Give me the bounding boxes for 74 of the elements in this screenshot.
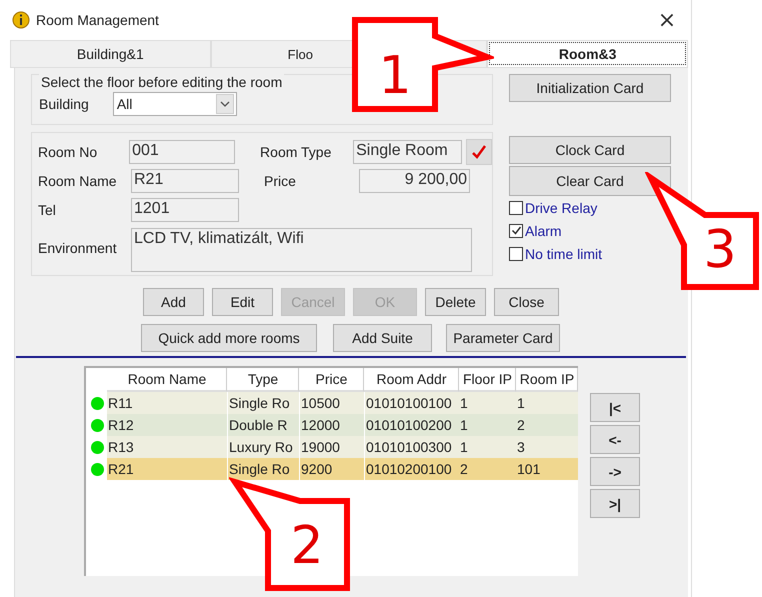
callout-tooltip: 2 <box>229 476 353 594</box>
action-button[interactable]: Parameter Card <box>446 324 560 352</box>
table-cell: 19000 <box>299 436 364 458</box>
nav-button[interactable]: -> <box>590 457 640 486</box>
card-button[interactable]: Clear Card <box>509 166 671 196</box>
table-cell: 2 <box>459 458 516 480</box>
table-cell: 101 <box>516 458 578 480</box>
card-button[interactable]: Initialization Card <box>509 74 671 102</box>
action-button[interactable]: Add Suite <box>333 324 432 352</box>
building-dropdown[interactable]: All <box>112 92 237 116</box>
card-button[interactable]: Clock Card <box>509 136 671 164</box>
input-field[interactable]: 1201 <box>131 198 239 222</box>
table-cell: 01010200100 <box>364 458 459 480</box>
table-cell: Double R <box>227 414 299 436</box>
field-label: Room Type <box>260 144 332 160</box>
field-label: Tel <box>38 202 57 218</box>
table-cell: 12000 <box>299 414 364 436</box>
table-cell: 1 <box>516 392 578 414</box>
tab[interactable]: Room&3 <box>487 40 688 67</box>
table-cell: R11 <box>107 392 227 414</box>
table-cell: 10500 <box>299 392 364 414</box>
window-title: Room Management <box>36 12 160 28</box>
table-cell: 1 <box>459 392 516 414</box>
checkbox-label: Drive Relay <box>525 200 598 216</box>
input-field[interactable]: 9 200,00 <box>359 169 470 194</box>
check-icon <box>471 144 487 160</box>
close-button[interactable]: × <box>649 3 685 37</box>
table-cell: 1 <box>459 436 516 458</box>
caret-icon <box>216 94 234 114</box>
input-field[interactable]: Single Room <box>353 140 462 164</box>
input-field[interactable]: LCD TV, klimatizált, Wifi <box>131 228 472 272</box>
action-button[interactable]: Delete <box>425 288 486 316</box>
action-button[interactable]: Close <box>494 288 559 316</box>
checkbox[interactable] <box>509 224 523 238</box>
table-row[interactable]: R13 Luxury Ro 19000 01010100300 1 3 <box>86 436 578 458</box>
input-field[interactable]: R21 <box>131 169 239 194</box>
table-cell: Luxury Ro <box>227 436 299 458</box>
table-row[interactable]: R12 Double R 12000 01010100200 1 2 <box>86 414 578 436</box>
nav-button[interactable]: >| <box>590 489 640 518</box>
field-label: Room No <box>38 144 98 160</box>
table-cell: R12 <box>107 414 227 436</box>
action-button[interactable]: Add <box>143 288 204 316</box>
checkbox-label: No time limit <box>525 246 602 262</box>
table-cell: 01010100200 <box>364 414 459 436</box>
nav-button[interactable]: |< <box>590 393 640 422</box>
field-label: Environment <box>38 240 118 256</box>
field-label: Room Name <box>38 173 118 190</box>
table-cell: R13 <box>107 436 227 458</box>
checkbox-label: Alarm <box>525 222 562 238</box>
action-button[interactable]: Quick add more rooms <box>141 324 317 352</box>
table-cell: Single Ro <box>227 392 299 414</box>
table-cell: Single Ro <box>227 458 299 480</box>
checkbox[interactable] <box>509 200 523 214</box>
table-cell: 3 <box>516 436 578 458</box>
info-icon <box>12 11 30 29</box>
table-row[interactable]: R21 Single Ro 9200 01010200100 2 101 <box>86 458 578 480</box>
field-label: Building <box>39 96 89 112</box>
action-button[interactable]: Edit <box>212 288 273 316</box>
callout-tooltip: 1 <box>349 14 494 115</box>
table-cell: 01010100300 <box>364 436 459 458</box>
table-cell: R21 <box>107 458 227 480</box>
callout-tooltip: 3 <box>645 172 762 293</box>
input-field[interactable]: 001 <box>129 140 236 164</box>
table-row[interactable]: R11 Single Ro 10500 01010100100 1 1 <box>86 392 578 414</box>
checkbox[interactable] <box>509 246 523 260</box>
table-cell: 01010100100 <box>364 392 459 414</box>
table-cell: 9200 <box>299 458 364 480</box>
tab[interactable]: Building&1 <box>10 40 211 67</box>
group-title: Select the floor before editing the room <box>39 74 284 90</box>
field-label: Price <box>264 173 297 190</box>
table-cell: 2 <box>516 414 578 436</box>
confirm-button[interactable] <box>466 139 492 165</box>
table-cell: 1 <box>459 414 516 436</box>
nav-button[interactable]: <- <box>590 425 640 454</box>
